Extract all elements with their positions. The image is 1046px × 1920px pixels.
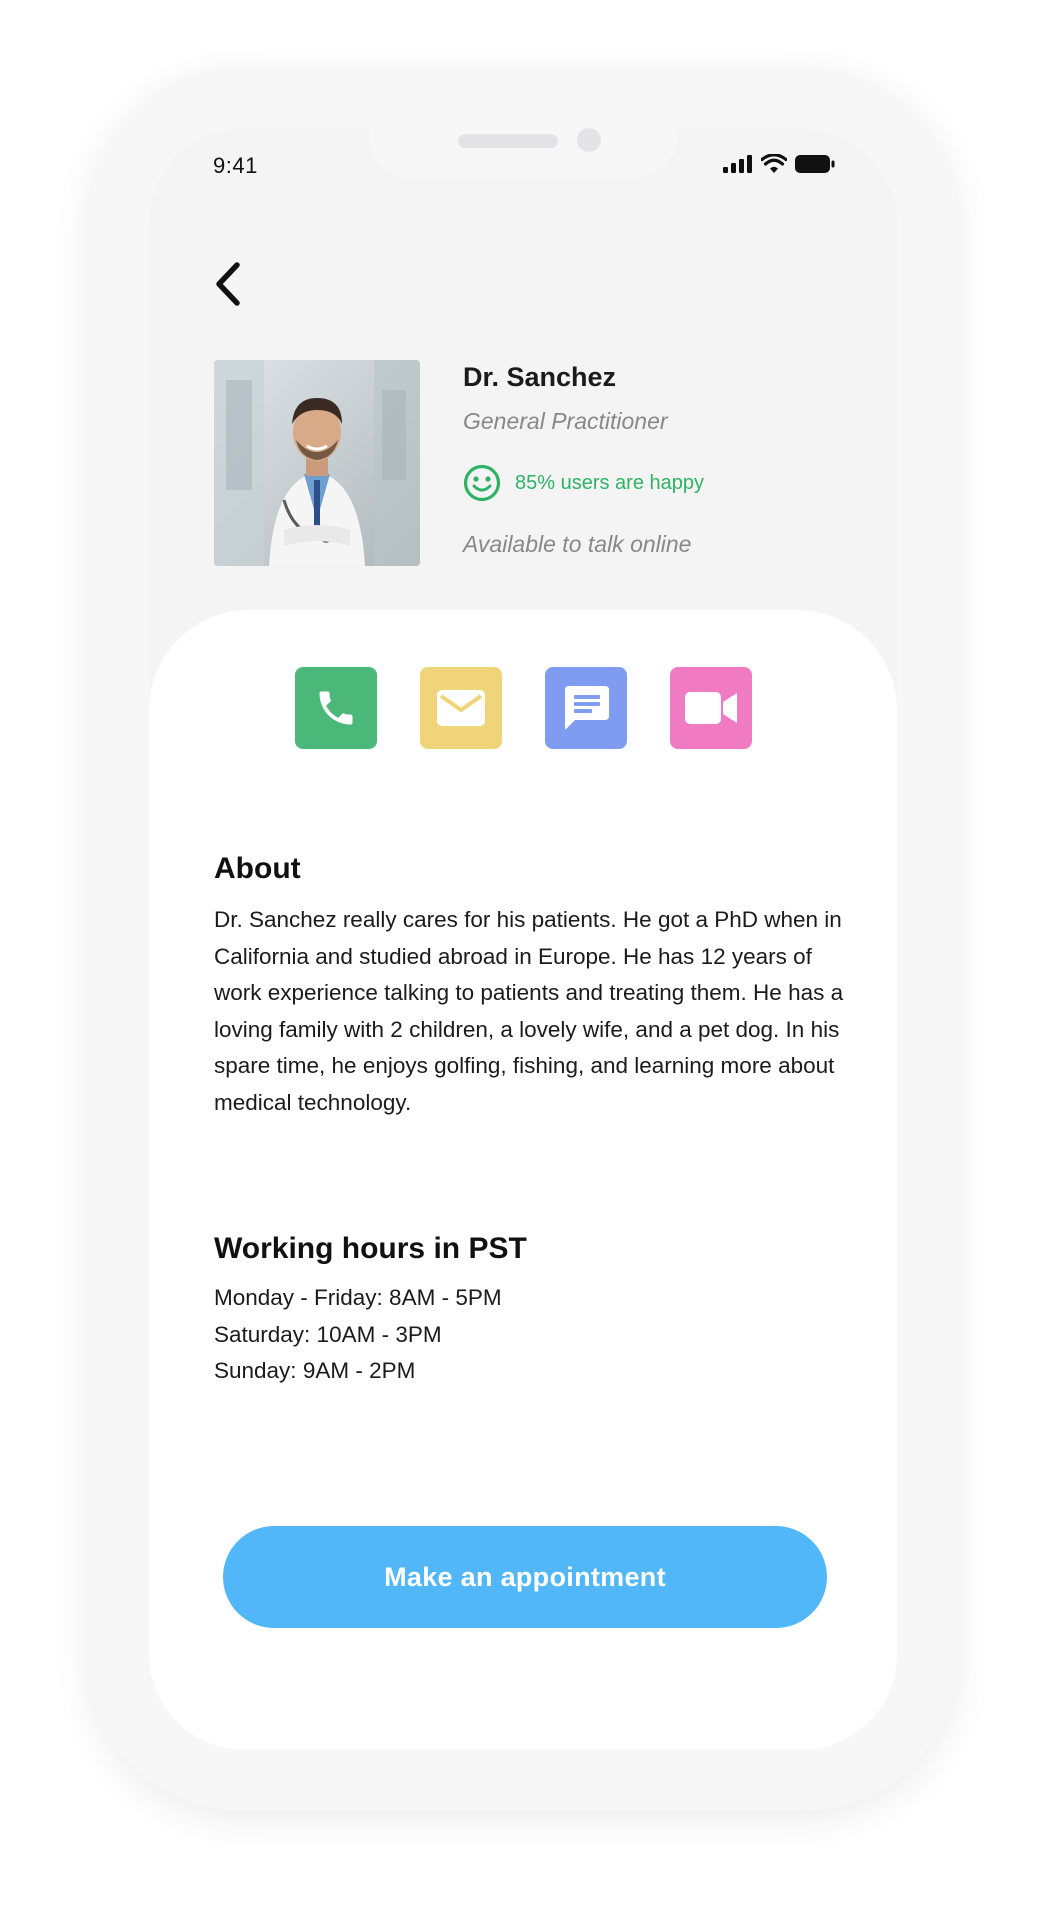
app-screen: 9:41 Dr. Sanchez General Practitioner 85… [149,128,897,1750]
video-icon [685,692,737,724]
hours-item-weekdays: Monday - Friday: 8AM - 5PM [214,1285,502,1310]
message-icon [565,686,609,730]
email-button[interactable] [420,667,502,749]
phone-notch [369,128,677,178]
doctor-specialty: General Practitioner [463,408,668,434]
working-hours-list: Monday - Friday: 8AM - 5PM Saturday: 10A… [214,1280,502,1390]
back-button[interactable] [205,256,249,312]
status-time: 9:41 [213,153,258,178]
front-camera [577,128,601,152]
satisfaction-row: 85% users are happy [463,464,704,502]
hours-item-saturday: Saturday: 10AM - 3PM [214,1321,442,1347]
satisfaction-text: 85% users are happy [515,471,705,494]
wifi-icon [761,154,787,173]
contact-actions [295,667,752,749]
make-appointment-button[interactable]: Make an appointment [223,1526,827,1628]
about-title: About [214,852,301,885]
battery-icon [795,155,835,173]
about-text: Dr. Sanchez really cares for his patient… [214,907,844,1115]
availability-status: Available to talk online [463,531,692,557]
phone-icon [319,691,353,725]
working-hours-title: Working hours in PST [214,1232,527,1265]
status-icons [723,154,835,174]
video-call-button[interactable] [670,667,752,749]
call-button[interactable] [295,667,377,749]
message-button[interactable] [545,667,627,749]
mail-icon [437,690,485,726]
doctor-photo [214,360,420,566]
detail-card: About Dr. Sanchez really cares for his p… [149,610,897,1750]
doctor-avatar [214,360,420,566]
signal-icon [723,155,752,173]
chevron-left-icon [216,262,240,306]
smiley-icon [463,464,501,502]
hours-item-sunday: Sunday: 9AM - 2PM [214,1358,416,1383]
doctor-name: Dr. Sanchez [463,362,617,392]
speaker-grille [458,134,558,148]
